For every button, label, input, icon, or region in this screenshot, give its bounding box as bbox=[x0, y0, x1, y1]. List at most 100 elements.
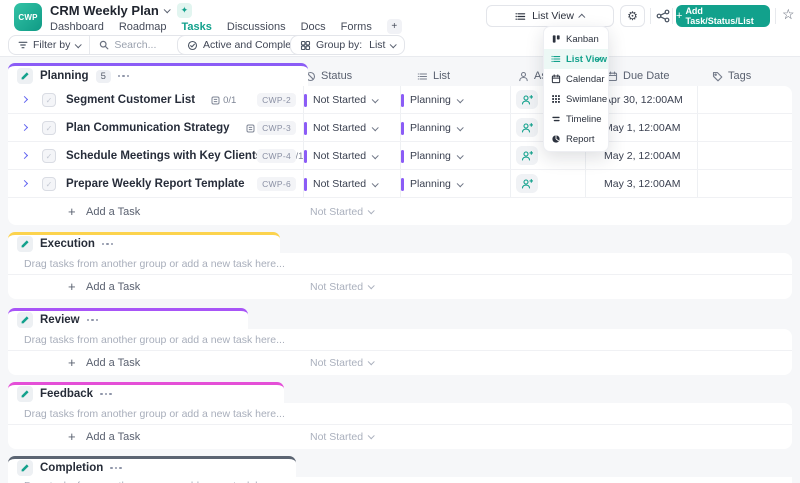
group-menu-icon[interactable] bbox=[100, 393, 112, 396]
due-date-cell[interactable]: May 3, 12:00AM bbox=[604, 170, 680, 198]
status-cell[interactable]: Not Started bbox=[304, 142, 377, 170]
tab-forms[interactable]: Forms bbox=[341, 21, 372, 33]
task-row[interactable]: ✓ Prepare Weekly Report Template 0/1 CWP… bbox=[8, 170, 792, 198]
filter-by-button[interactable]: Filter by bbox=[9, 36, 89, 54]
task-row[interactable]: ✓ Plan Communication Strategy 0/1 CWP-3 … bbox=[8, 114, 792, 142]
assign-user-button[interactable] bbox=[516, 146, 538, 165]
group-header-planning[interactable]: Planning 5 bbox=[8, 63, 308, 86]
list-cell[interactable]: Planning bbox=[401, 142, 462, 170]
task-checkbox[interactable]: ✓ bbox=[42, 177, 56, 191]
column-header-list[interactable]: List bbox=[417, 66, 450, 86]
chevron-down-icon bbox=[75, 41, 82, 48]
plus-icon: + bbox=[68, 355, 76, 370]
plus-icon: + bbox=[68, 429, 76, 444]
title-chevron-down-icon[interactable] bbox=[164, 6, 171, 13]
task-checkbox[interactable]: ✓ bbox=[42, 149, 56, 163]
tag-icon bbox=[712, 71, 723, 82]
chevron-down-icon bbox=[372, 96, 379, 103]
group-header-completion[interactable]: Completion bbox=[8, 456, 296, 477]
tab-tasks[interactable]: Tasks bbox=[182, 21, 212, 33]
expand-chevron-icon[interactable] bbox=[21, 124, 28, 131]
task-name[interactable]: Segment Customer List bbox=[66, 94, 195, 106]
group-edit-icon bbox=[17, 68, 33, 84]
calendar-icon bbox=[551, 74, 561, 84]
assign-user-button[interactable] bbox=[516, 174, 538, 193]
gear-icon: ⚙ bbox=[627, 9, 638, 23]
task-name[interactable]: Plan Communication Strategy bbox=[66, 122, 230, 134]
view-switcher-button[interactable]: List View bbox=[486, 5, 614, 27]
expand-chevron-icon[interactable] bbox=[21, 180, 28, 187]
add-task-row[interactable]: + Add a Task Not Started bbox=[8, 425, 792, 448]
status-cell[interactable]: Not Started bbox=[304, 86, 377, 114]
tab-discussions[interactable]: Discussions bbox=[227, 21, 286, 33]
tab-docs[interactable]: Docs bbox=[301, 21, 326, 33]
group-header-execution[interactable]: Execution bbox=[8, 232, 280, 253]
filter-icon bbox=[18, 40, 28, 50]
status-cell[interactable]: Not Started bbox=[304, 170, 377, 198]
status-cell[interactable]: Not Started bbox=[304, 114, 377, 142]
due-date-cell[interactable]: Apr 30, 12:00AM bbox=[604, 86, 683, 114]
task-id-badge: CWP-6 bbox=[257, 177, 296, 191]
group-menu-icon[interactable] bbox=[118, 75, 130, 78]
group-menu-icon[interactable] bbox=[102, 243, 114, 246]
menu-item-list-view[interactable]: List View ✓ bbox=[544, 49, 608, 69]
search-icon bbox=[99, 40, 109, 50]
menu-item-kanban[interactable]: Kanban bbox=[544, 29, 608, 49]
task-checkbox[interactable]: ✓ bbox=[42, 93, 56, 107]
task-row[interactable]: ✓ Segment Customer List 0/1 CWP-2 Not St… bbox=[8, 86, 792, 114]
due-date-cell[interactable]: May 2, 12:00AM bbox=[604, 142, 680, 170]
add-assignee-icon bbox=[521, 122, 533, 134]
expand-chevron-icon[interactable] bbox=[21, 152, 28, 159]
column-header-tags[interactable]: Tags bbox=[712, 66, 751, 86]
assign-user-button[interactable] bbox=[516, 90, 538, 109]
add-task-row[interactable]: + Add a Task Not Started bbox=[8, 275, 792, 298]
add-task-status-list-button[interactable]: + Add Task/Status/List bbox=[676, 5, 770, 27]
task-id-badge: CWP-3 bbox=[257, 121, 296, 135]
group-card-execution: Drag tasks from another group or add a n… bbox=[8, 253, 792, 299]
menu-item-swimlane[interactable]: Swimlane bbox=[544, 89, 608, 109]
menu-item-calendar[interactable]: Calendar bbox=[544, 69, 608, 89]
chevron-down-icon bbox=[368, 358, 375, 365]
task-id-badge: CWP-4 bbox=[257, 149, 296, 163]
chevron-down-icon bbox=[368, 207, 375, 214]
drag-hint-row: Drag tasks from another group or add a n… bbox=[8, 403, 792, 425]
column-header-due-date[interactable]: Due Date bbox=[607, 66, 669, 86]
sparkle-icon[interactable]: ✦ bbox=[177, 3, 192, 18]
default-status[interactable]: Not Started bbox=[310, 357, 373, 369]
list-cell[interactable]: Planning bbox=[401, 114, 462, 142]
tab-dashboard[interactable]: Dashboard bbox=[50, 21, 104, 33]
divider bbox=[650, 8, 651, 24]
swimlane-icon bbox=[551, 94, 561, 104]
group-header-feedback[interactable]: Feedback bbox=[8, 382, 284, 403]
group-menu-icon[interactable] bbox=[110, 467, 122, 470]
add-task-row[interactable]: + Add a Task Not Started bbox=[8, 198, 792, 225]
group-by-pill[interactable]: Group by: List bbox=[290, 35, 405, 55]
default-status[interactable]: Not Started bbox=[310, 431, 373, 443]
settings-button[interactable]: ⚙ bbox=[620, 5, 645, 27]
task-checkbox[interactable]: ✓ bbox=[42, 121, 56, 135]
group-menu-icon[interactable] bbox=[87, 319, 99, 322]
expand-chevron-icon[interactable] bbox=[21, 96, 28, 103]
due-date-cell[interactable]: May 1, 12:00AM bbox=[604, 114, 680, 142]
list-cell[interactable]: Planning bbox=[401, 86, 462, 114]
share-button[interactable] bbox=[656, 9, 670, 23]
task-name[interactable]: Schedule Meetings with Key Clients bbox=[66, 150, 262, 162]
tab-roadmap[interactable]: Roadmap bbox=[119, 21, 167, 33]
task-row[interactable]: ✓ Schedule Meetings with Key Clients 0/1… bbox=[8, 142, 792, 170]
menu-item-report[interactable]: Report bbox=[544, 129, 608, 149]
add-tab-button[interactable]: + bbox=[387, 19, 402, 34]
task-name[interactable]: Prepare Weekly Report Template bbox=[66, 178, 245, 190]
add-task-row[interactable]: + Add a Task Not Started bbox=[8, 351, 792, 374]
page-title: CRM Weekly Plan bbox=[50, 3, 159, 18]
group-header-review[interactable]: Review bbox=[8, 308, 248, 329]
assign-user-button[interactable] bbox=[516, 118, 538, 137]
default-status[interactable]: Not Started bbox=[310, 281, 373, 293]
favorite-star-icon[interactable]: ☆ bbox=[782, 6, 795, 23]
timeline-icon bbox=[551, 114, 561, 124]
column-header-status[interactable]: Status bbox=[305, 66, 352, 86]
menu-item-timeline[interactable]: Timeline bbox=[544, 109, 608, 129]
list-cell[interactable]: Planning bbox=[401, 170, 462, 198]
group-count-badge: 5 bbox=[96, 70, 111, 83]
default-status[interactable]: Not Started bbox=[310, 206, 373, 218]
check-circle-icon bbox=[187, 40, 198, 51]
